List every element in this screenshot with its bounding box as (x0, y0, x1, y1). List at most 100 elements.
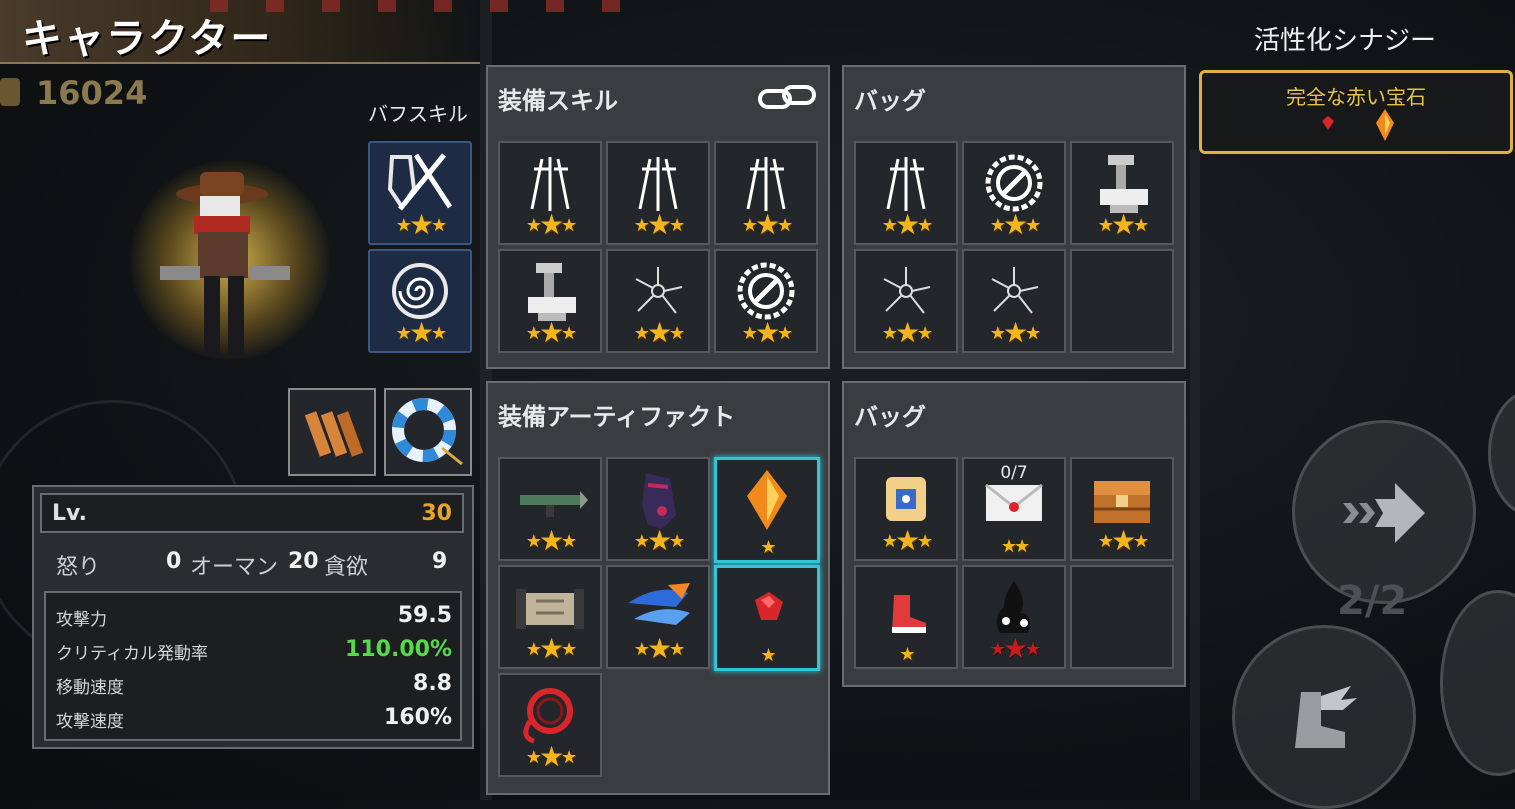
star-rating: ★★★ (989, 632, 1041, 665)
saw-ring-icon (985, 154, 1043, 212)
trait-label-anger: 怒り (56, 555, 101, 580)
saw-ring-icon (737, 262, 795, 320)
trait-value-greed: 9 (432, 549, 448, 574)
equipped-artifacts-panel: 装備アーティファクト ★★★ ★★★ ★ ★★★ ★★★ ★ ★★★ (486, 381, 830, 795)
triple-daggers-icon (746, 157, 786, 211)
star-rating: ★★★ (989, 316, 1041, 349)
star-rating: ★★★ (1097, 524, 1149, 557)
stat-list: 攻撃力 59.5 クリティカル発動率 110.00% 移動速度 8.8 攻撃速度… (44, 591, 462, 741)
side-control-button[interactable] (1488, 390, 1515, 516)
jump-button[interactable] (1232, 625, 1416, 809)
orange-crystal-icon (747, 470, 787, 530)
bg-pillar (1190, 150, 1200, 800)
shatter-icon (991, 267, 1039, 314)
stat-line: 攻撃速度 160% (56, 705, 452, 735)
triple-daggers-icon (638, 157, 678, 211)
page-title: キャラクター (22, 16, 273, 62)
dice-icon (886, 477, 926, 521)
empty-slot[interactable] (1070, 249, 1174, 353)
star-rating: ★★★ (525, 208, 577, 241)
cowboy-gunslinger-icon[interactable] (150, 168, 300, 358)
item-slot[interactable]: ★★★ (1070, 457, 1174, 561)
item-slot[interactable]: ★★★ (498, 141, 602, 245)
panel-title: 装備アーティファクト (498, 403, 736, 431)
item-slot[interactable]: ★★★ (498, 249, 602, 353)
star-rating: ★ (899, 644, 915, 665)
red-boot-icon (892, 595, 926, 633)
stat-line: 移動速度 8.8 (56, 671, 452, 701)
item-slot[interactable]: ★ (854, 565, 958, 669)
trait-value-omen: 20 (288, 549, 319, 574)
item-slot[interactable]: ★ (714, 457, 820, 563)
item-slot[interactable]: ★★★ (854, 457, 958, 561)
triple-daggers-icon (886, 157, 926, 211)
stat-label: クリティカル発動率 (56, 644, 208, 664)
star-rating: ★★★ (525, 632, 577, 665)
equipped-skills-panel: 装備スキル ★★★ ★★★ ★★★ ★★★ ★★★ ★★★ (486, 65, 830, 369)
star-rating: ★★★ (741, 316, 793, 349)
item-slot[interactable]: ★★★ (962, 141, 1066, 245)
trait-row: 怒り 0 オーマン 20 貪欲 9 (56, 549, 456, 580)
item-slot[interactable]: ★★★ (606, 249, 710, 353)
item-slot[interactable]: 0/7 ★★ (962, 457, 1066, 561)
item-slot[interactable]: ★★★ (714, 141, 818, 245)
trait-value-anger: 0 (166, 549, 182, 574)
star-rating: ★ (760, 645, 776, 666)
stats-panel: Lv. 30 怒り 0 オーマン 20 貪欲 9 攻撃力 59.5 クリティカル… (32, 485, 474, 749)
item-slot[interactable]: ★★★ (498, 673, 602, 777)
trait-label-greed: 貪欲 (324, 555, 369, 580)
stat-label: 移動速度 (56, 678, 124, 698)
anvil-hammer-icon (528, 263, 576, 321)
side-control-button[interactable] (1440, 590, 1515, 776)
red-gem-icon (755, 592, 783, 620)
orange-crystal-icon (1376, 109, 1394, 141)
red-gem-icon (1322, 116, 1334, 130)
star-rating: ★★ (1000, 536, 1030, 557)
crossed-swords-shield-icon (387, 153, 453, 211)
treasure-chest-icon (1094, 481, 1150, 523)
dash-button[interactable] (1292, 420, 1476, 604)
panel-title: バッグ (854, 403, 926, 431)
star-rating: ★★★ (989, 208, 1041, 241)
buff-skill-slot[interactable]: ★★★ (368, 249, 472, 353)
title-bar: キャラクター (0, 0, 650, 64)
empty-slot[interactable] (1070, 565, 1174, 669)
black-fire-icon (996, 581, 1030, 633)
equip-slot-lifebuoy[interactable] (384, 388, 472, 476)
item-slot[interactable]: ★ (714, 565, 820, 671)
item-count: 0/7 (1000, 463, 1028, 483)
item-slot[interactable]: ★★★ (962, 565, 1066, 669)
feather-wings-icon (628, 583, 690, 625)
shatter-icon (635, 267, 683, 314)
anvil-hammer-icon (1100, 155, 1148, 213)
synergy-item[interactable]: 完全な赤い宝石 (1199, 70, 1513, 154)
item-slot[interactable]: ★★★ (606, 565, 710, 669)
star-rating: ★ (760, 537, 776, 558)
coin-count: 16024 (36, 74, 148, 112)
trait-label-omen: オーマン (190, 555, 279, 580)
item-slot[interactable]: ★★★ (606, 141, 710, 245)
item-slot[interactable]: ★★★ (854, 249, 958, 353)
star-rating: ★★★ (525, 316, 577, 349)
item-slot[interactable]: ★★★ (854, 141, 958, 245)
level-row: Lv. 30 (40, 493, 464, 533)
winged-boot-icon (1295, 686, 1357, 748)
stat-value: 160% (384, 705, 452, 730)
star-rating: ★★★ (881, 316, 933, 349)
item-slot[interactable]: ★★★ (498, 457, 602, 561)
buff-skill-slot[interactable]: ★★★ (368, 141, 472, 245)
item-slot[interactable]: ★★★ (714, 249, 818, 353)
title-decoration (210, 0, 650, 12)
item-slot[interactable]: ★★★ (962, 249, 1066, 353)
item-slot[interactable]: ★★★ (1070, 141, 1174, 245)
skills-bag-panel: バッグ ★★★ ★★★ ★★★ ★★★ ★★★ (842, 65, 1186, 369)
arrow-right-icon (1343, 483, 1425, 543)
item-slot[interactable]: ★★★ (498, 565, 602, 669)
star-rating: ★★★ (395, 316, 447, 349)
rocket-launcher-icon (520, 491, 588, 517)
link-icon[interactable] (756, 81, 820, 115)
item-slot[interactable]: ★★★ (606, 457, 710, 561)
equip-slot-bullets[interactable] (288, 388, 376, 476)
page-indicator: 2/2 (1337, 578, 1408, 624)
star-rating: ★★★ (881, 524, 933, 557)
